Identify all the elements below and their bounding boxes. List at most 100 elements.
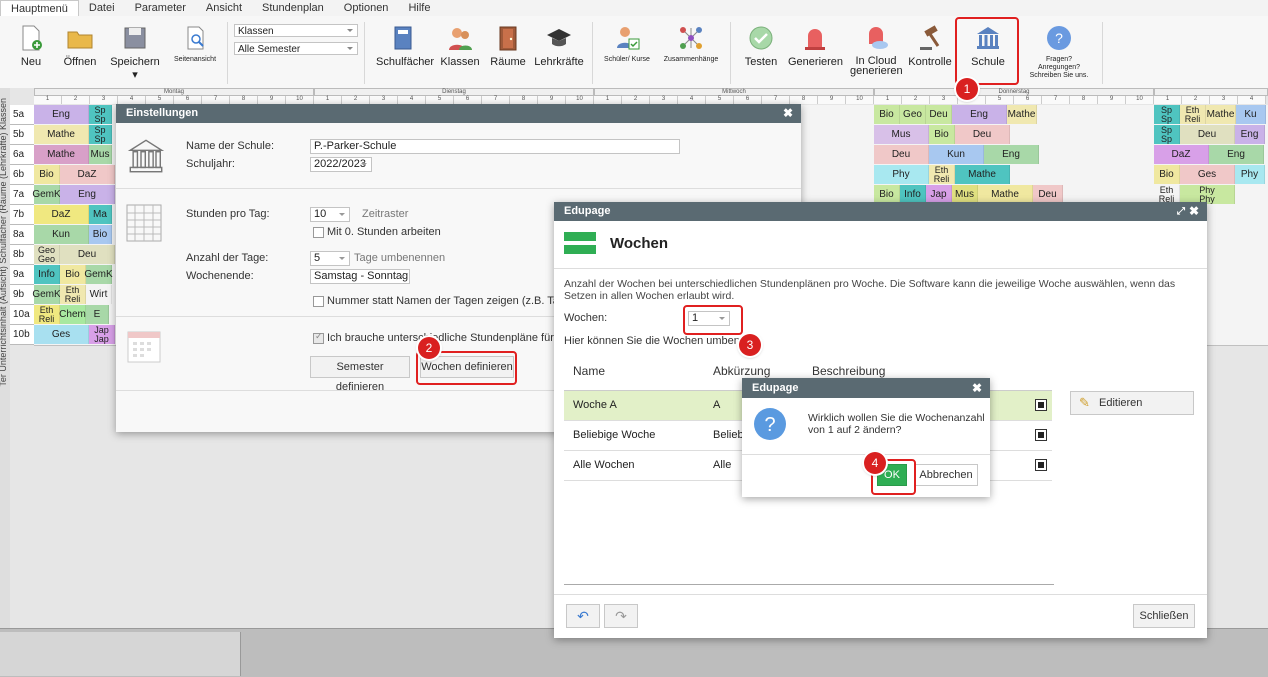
lesson-card[interactable]: Sp Sp: [1154, 125, 1180, 144]
class-row-label[interactable]: 5a: [10, 105, 34, 125]
lesson-card[interactable]: Bio: [34, 165, 60, 184]
class-row-label[interactable]: 8b: [10, 245, 34, 265]
lesson-card[interactable]: Wirt: [86, 285, 112, 304]
redo-button[interactable]: ↷: [604, 604, 638, 628]
lesson-card[interactable]: Eng: [34, 105, 89, 124]
schulfaecher-button[interactable]: Schulfächer: [376, 24, 434, 68]
lesson-card[interactable]: Deu: [874, 145, 929, 164]
close-icon[interactable]: ✖: [972, 378, 982, 398]
lesson-card[interactable]: E: [86, 305, 109, 324]
editieren-button[interactable]: ✎ Editieren: [1070, 391, 1194, 415]
class-row-label[interactable]: 6b: [10, 165, 34, 185]
undo-button[interactable]: ↶: [566, 604, 600, 628]
kontrolle-button[interactable]: Kontrolle: [906, 24, 954, 68]
klassen-button[interactable]: Klassen: [440, 24, 480, 68]
close-icon[interactable]: ✖: [783, 104, 793, 123]
menu-optionen[interactable]: Optionen: [334, 0, 399, 16]
class-row-label[interactable]: 9a: [10, 265, 34, 285]
class-row-label[interactable]: 10b: [10, 325, 34, 345]
lesson-card[interactable]: Jap Jap: [89, 325, 115, 344]
nummer-checkbox[interactable]: [313, 296, 324, 307]
lesson-card[interactable]: Info: [34, 265, 60, 284]
lesson-card[interactable]: Mathe: [955, 165, 1010, 184]
schliessen-button[interactable]: Schließen: [1133, 604, 1195, 628]
lesson-card[interactable]: Eth Reli: [929, 165, 955, 184]
lesson-card[interactable]: Deu: [1180, 125, 1235, 144]
lesson-card[interactable]: Eng: [60, 185, 115, 204]
lesson-card[interactable]: Mathe: [1206, 105, 1236, 124]
semester-definieren-button[interactable]: Semester definieren: [310, 356, 410, 393]
maximize-icon[interactable]: ⤢: [1177, 202, 1185, 221]
lesson-card[interactable]: Eng: [952, 105, 1007, 124]
class-row-label[interactable]: 7b: [10, 205, 34, 225]
raeume-button[interactable]: Räume: [490, 24, 526, 68]
lesson-card[interactable]: Eth Reli: [60, 285, 86, 304]
lesson-card[interactable]: GemK: [32, 285, 61, 304]
lesson-card[interactable]: Mus: [874, 125, 929, 144]
class-row-label[interactable]: 10a: [10, 305, 34, 325]
menu-datei[interactable]: Datei: [79, 0, 125, 16]
class-row-label[interactable]: 8a: [10, 225, 34, 245]
schuljahr-select[interactable]: 2022/2023: [310, 157, 372, 172]
schueler-kurse-button[interactable]: Schüler/ Kurse: [600, 24, 654, 63]
lehrkraefte-button[interactable]: Lehrkräfte: [534, 24, 584, 68]
lesson-card[interactable]: Eth Reli: [1180, 105, 1206, 124]
oeffnen-button[interactable]: Öffnen: [60, 24, 100, 68]
testen-button[interactable]: Testen: [742, 24, 780, 68]
lesson-card[interactable]: Eng: [1235, 125, 1265, 144]
class-row-label[interactable]: 5b: [10, 125, 34, 145]
lesson-card[interactable]: Ku: [1236, 105, 1266, 124]
lesson-card[interactable]: Deu: [926, 105, 952, 124]
seitenansicht-button[interactable]: Seitenansicht: [170, 24, 220, 63]
lesson-card[interactable]: DaZ: [60, 165, 115, 184]
class-row-label[interactable]: 6a: [10, 145, 34, 165]
stunden-select[interactable]: 10: [310, 207, 350, 222]
lesson-card[interactable]: Mathe: [1007, 105, 1037, 124]
lesson-card[interactable]: Sp Sp: [89, 105, 112, 124]
lesson-card[interactable]: Kun: [929, 145, 984, 164]
menu-hilfe[interactable]: Hilfe: [398, 0, 440, 16]
lesson-card[interactable]: Geo: [900, 105, 926, 124]
mit0-checkbox[interactable]: [313, 227, 324, 238]
klassen-select[interactable]: Klassen: [234, 24, 358, 37]
menu-hauptmenue[interactable]: Hauptmenü: [0, 0, 79, 16]
speichern-button[interactable]: Speichern ▾: [106, 24, 164, 81]
wochenende-select[interactable]: Samstag - Sonntag: [310, 269, 410, 284]
lesson-card[interactable]: Bio: [1154, 165, 1180, 184]
zeitraster-link[interactable]: Zeitraster: [362, 208, 408, 220]
row-toggle[interactable]: [1035, 459, 1047, 471]
class-row-label[interactable]: 9b: [10, 285, 34, 305]
lesson-card[interactable]: Bio: [874, 105, 900, 124]
lesson-card[interactable]: Mus: [89, 145, 112, 164]
lesson-card[interactable]: Phy: [1235, 165, 1265, 184]
lesson-card[interactable]: Eng: [984, 145, 1039, 164]
abbrechen-button[interactable]: Abbrechen: [914, 464, 978, 486]
lesson-card[interactable]: Phy: [874, 165, 929, 184]
lesson-card[interactable]: DaZ: [1154, 145, 1209, 164]
close-icon[interactable]: ✖: [1189, 202, 1199, 221]
lesson-card[interactable]: Bio: [929, 125, 955, 144]
lesson-card[interactable]: Deu: [60, 245, 115, 264]
generieren-button[interactable]: Generieren: [788, 24, 843, 68]
feedback-button[interactable]: ? Fragen? Anregungen? Schreiben Sie uns.: [1022, 24, 1096, 80]
semester-select[interactable]: Alle Semester: [234, 42, 358, 55]
lesson-card[interactable]: Eng: [1209, 145, 1264, 164]
cloud-generieren-button[interactable]: In Cloud generieren: [850, 24, 903, 77]
lesson-card[interactable]: Bio: [60, 265, 86, 284]
class-row-label[interactable]: 7a: [10, 185, 34, 205]
lesson-card[interactable]: Ma: [89, 205, 112, 224]
lesson-card[interactable]: Mathe: [34, 125, 89, 144]
row-toggle[interactable]: [1035, 429, 1047, 441]
menu-parameter[interactable]: Parameter: [125, 0, 196, 16]
zusammenhaenge-button[interactable]: Zusammenhänge: [660, 24, 722, 63]
lesson-card[interactable]: Kun: [34, 225, 89, 244]
row-toggle[interactable]: [1035, 399, 1047, 411]
lesson-card[interactable]: DaZ: [34, 205, 89, 224]
menu-stundenplan[interactable]: Stundenplan: [252, 0, 334, 16]
lesson-card[interactable]: Chem: [59, 305, 86, 324]
lesson-card[interactable]: Geo Geo: [34, 245, 60, 264]
lesson-card[interactable]: Sp Sp: [1154, 105, 1180, 124]
menu-ansicht[interactable]: Ansicht: [196, 0, 252, 16]
neu-button[interactable]: Neu: [16, 24, 46, 68]
lesson-card[interactable]: Sp Sp: [89, 125, 112, 144]
